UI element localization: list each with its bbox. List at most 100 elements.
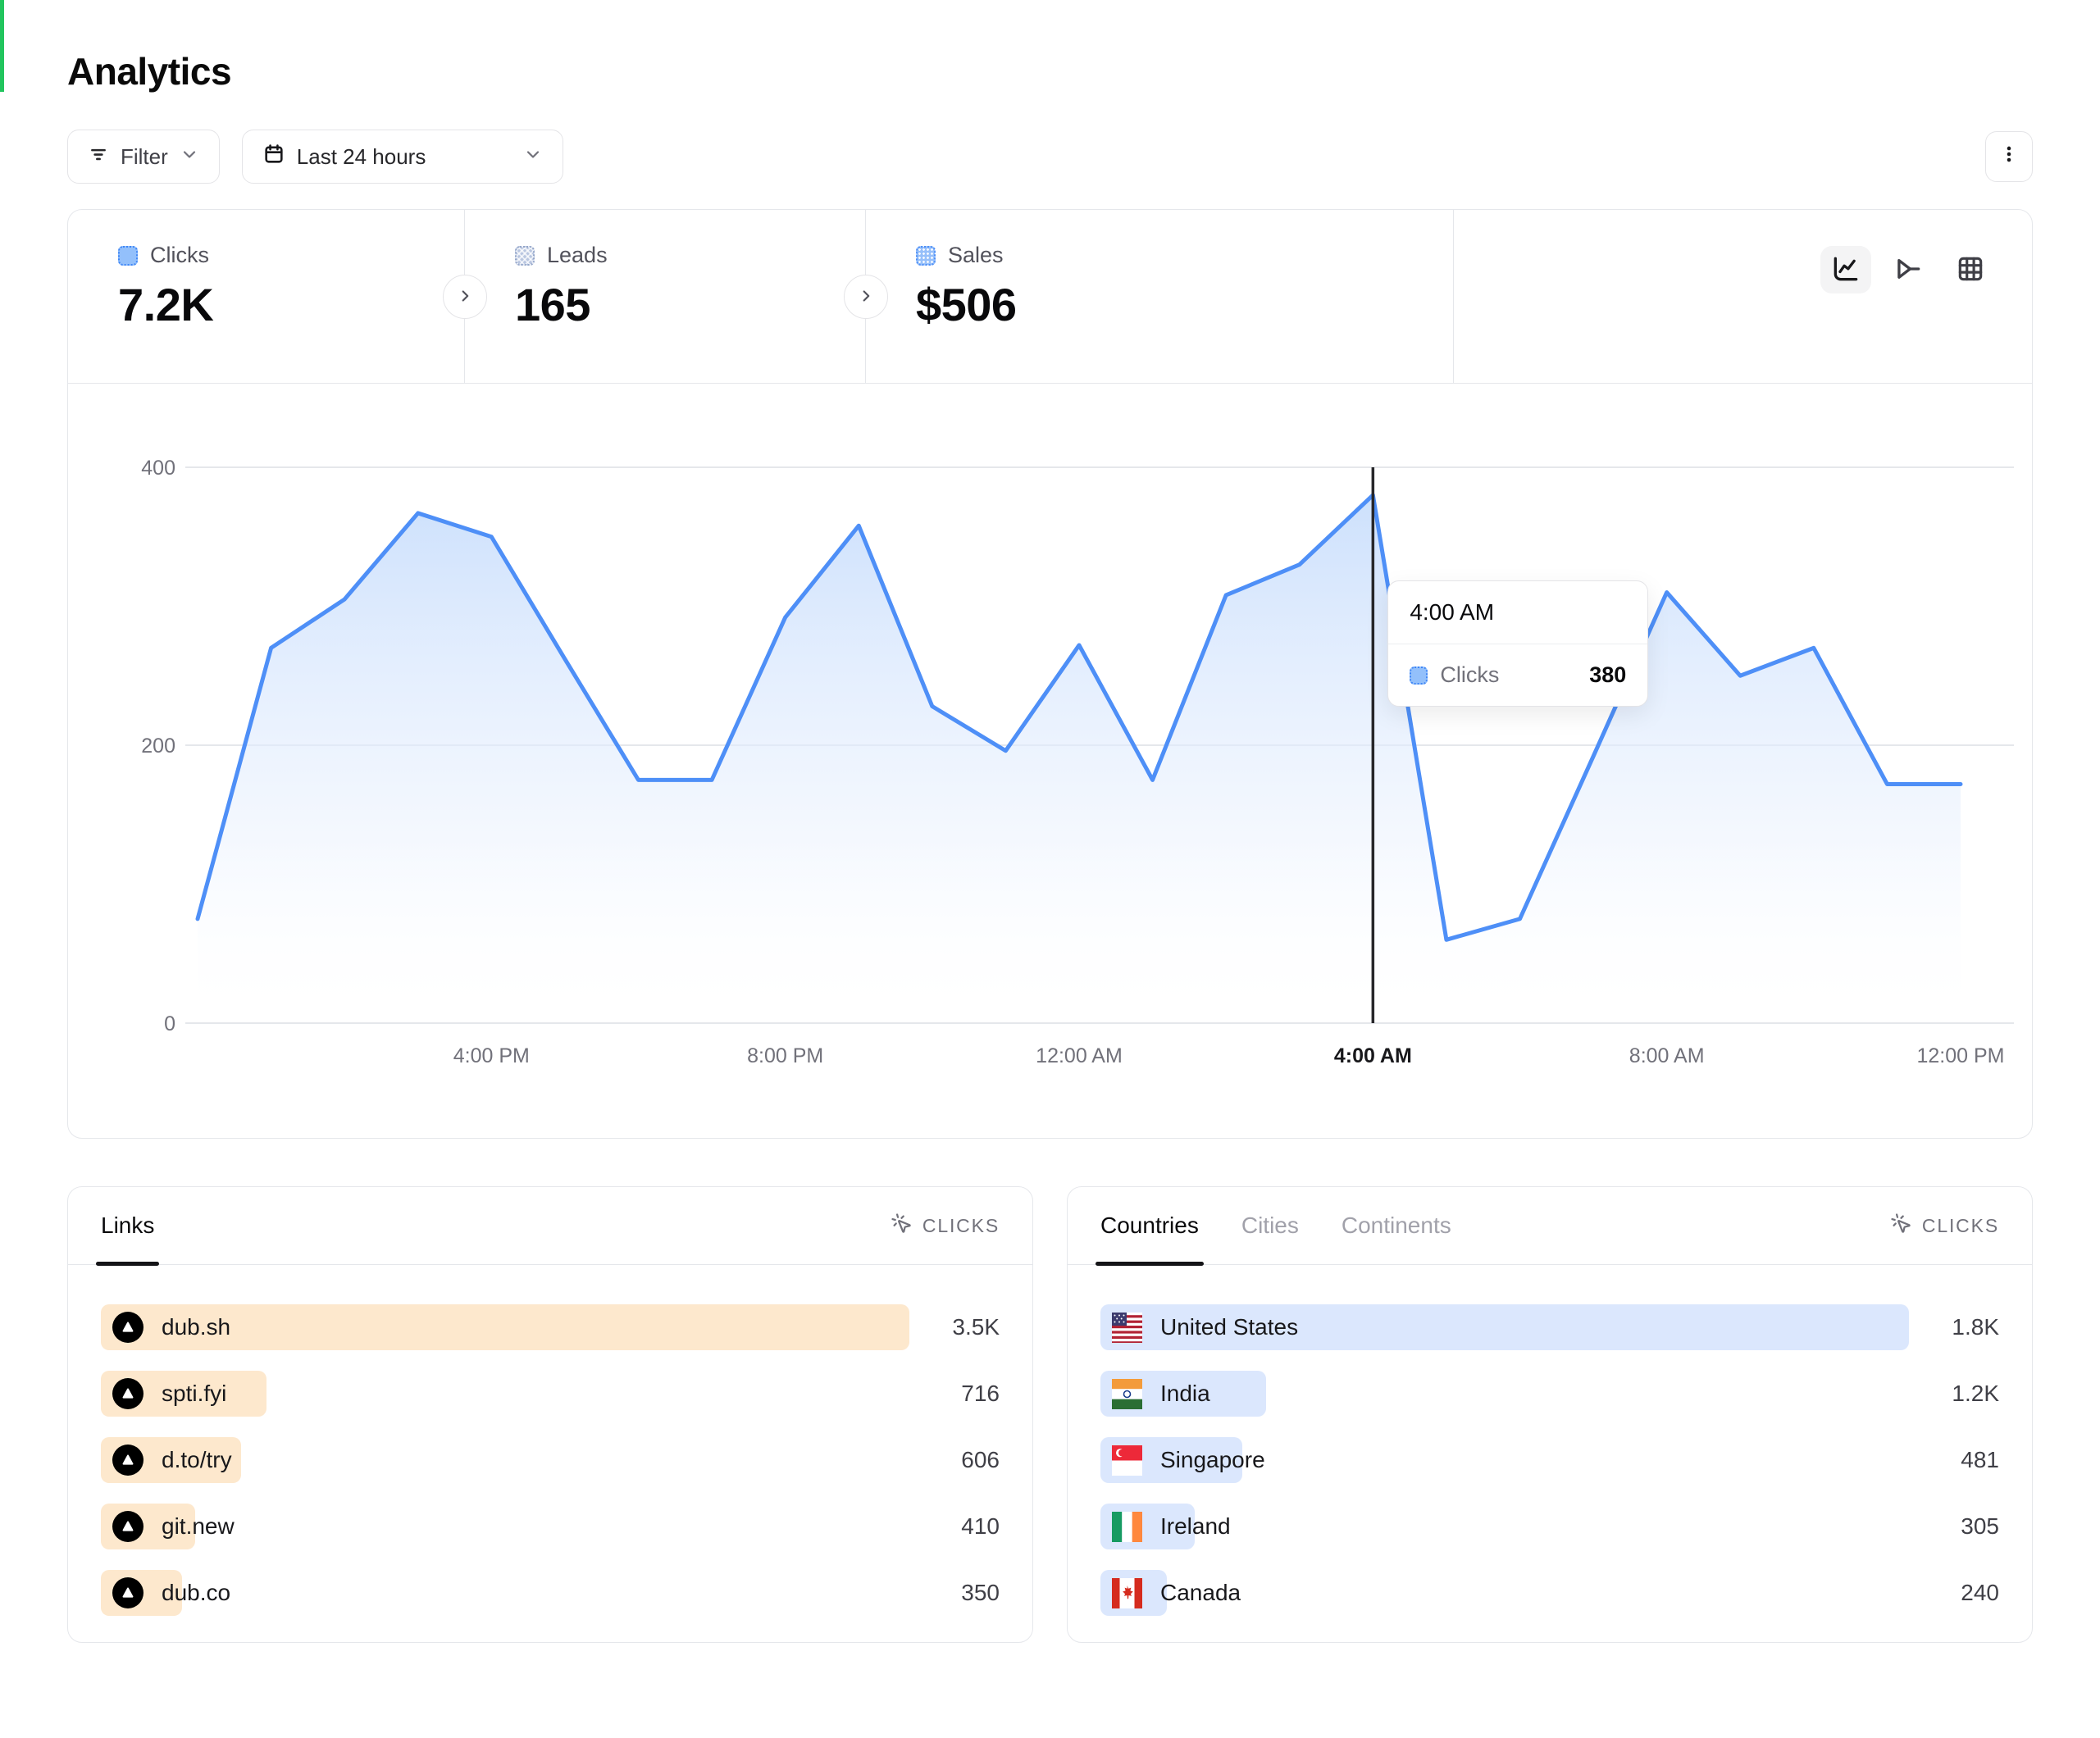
filter-button-label: Filter <box>121 144 168 170</box>
date-range-button[interactable]: Last 24 hours <box>242 130 563 184</box>
singapore-flag-icon <box>1112 1445 1142 1476</box>
link-value: 410 <box>909 1513 1000 1540</box>
link-value: 3.5K <box>909 1314 1000 1340</box>
tab-countries[interactable]: Countries <box>1100 1187 1199 1264</box>
screen-edge-artifact <box>0 0 4 92</box>
line-chart-view-button[interactable] <box>1820 246 1871 293</box>
link-row[interactable]: git.new 410 <box>101 1504 1000 1549</box>
leads-legend-swatch <box>515 246 535 266</box>
us-flag-icon <box>1112 1313 1142 1343</box>
kebab-menu-icon <box>1998 143 2020 171</box>
tab-cities[interactable]: Cities <box>1241 1187 1299 1264</box>
link-bar-track: spti.fyi <box>101 1371 909 1417</box>
svg-text:200: 200 <box>141 735 175 758</box>
cursor-click-icon <box>1890 1213 1912 1240</box>
country-row[interactable]: Ireland305 <box>1100 1504 1999 1549</box>
expand-clicks-leads-button[interactable] <box>443 275 487 319</box>
clicks-stat-value: 7.2K <box>118 278 464 331</box>
toolbar: Filter Last 24 hours <box>67 130 2033 184</box>
link-label: d.to/try <box>162 1447 232 1473</box>
country-row[interactable]: Canada 240 <box>1100 1570 1999 1616</box>
country-bar-track: United States <box>1100 1304 1909 1350</box>
calendar-icon <box>262 143 285 171</box>
table-grid-icon <box>1955 253 1986 287</box>
link-bar-track: git.new <box>101 1504 909 1549</box>
cursor-click-icon <box>891 1213 913 1240</box>
country-bar-track: Ireland <box>1100 1504 1909 1549</box>
country-row[interactable]: India1.2K <box>1100 1371 1999 1417</box>
links-metric-selector[interactable]: CLICKS <box>891 1213 1000 1240</box>
country-label: United States <box>1160 1314 1298 1340</box>
chevron-right-icon <box>456 287 474 307</box>
link-row[interactable]: dub.co350 <box>101 1570 1000 1616</box>
page-title: Analytics <box>67 49 2033 93</box>
svg-text:4:00 AM: 4:00 AM <box>1334 1044 1412 1067</box>
funnel-chart-icon <box>1893 253 1924 287</box>
leads-stat-value: 165 <box>515 278 865 331</box>
country-label: Singapore <box>1160 1447 1265 1473</box>
link-row[interactable]: spti.fyi716 <box>101 1371 1000 1417</box>
chevron-down-icon <box>180 144 199 170</box>
link-row[interactable]: d.to/try 606 <box>101 1437 1000 1483</box>
stat-tab-sales[interactable]: Sales $506 <box>866 210 1454 383</box>
tab-continents[interactable]: Continents <box>1342 1187 1451 1264</box>
links-list: dub.sh3.5K spti.fyi716 d.to/try 606 git.new 4… <box>68 1265 1032 1616</box>
filter-button[interactable]: Filter <box>67 130 220 184</box>
chevron-down-icon <box>523 144 543 170</box>
chart-area: 40020004:00 PM8:00 PM12:00 AM4:00 AM8:00… <box>68 384 2033 1139</box>
link-bar-track: d.to/try <box>101 1437 909 1483</box>
funnel-view-button[interactable] <box>1883 246 1934 293</box>
country-label: India <box>1160 1381 1210 1407</box>
country-bar-track: India <box>1100 1371 1909 1417</box>
country-value: 1.8K <box>1909 1314 1999 1340</box>
tooltip-series-label: Clicks <box>1440 662 1499 688</box>
link-value: 606 <box>909 1447 1000 1473</box>
link-row[interactable]: dub.sh3.5K <box>101 1304 1000 1350</box>
ireland-flag-icon <box>1112 1512 1142 1542</box>
country-value: 481 <box>1909 1447 1999 1473</box>
clicks-legend-swatch <box>1410 667 1428 685</box>
stat-tab-clicks[interactable]: Clicks 7.2K <box>68 210 465 383</box>
dub-logo-icon <box>112 1378 143 1409</box>
expand-leads-sales-button[interactable] <box>844 275 888 319</box>
links-panel: Links CLICKS dub.sh3.5K spti.fyi716 d.to/t… <box>67 1186 1033 1643</box>
link-label: git.new <box>162 1513 235 1540</box>
svg-text:0: 0 <box>164 1012 175 1035</box>
table-view-button[interactable] <box>1945 246 1996 293</box>
svg-text:8:00 PM: 8:00 PM <box>747 1044 823 1067</box>
tab-links[interactable]: Links <box>101 1187 154 1264</box>
stat-tab-leads[interactable]: Leads 165 <box>465 210 866 383</box>
india-flag-icon <box>1112 1379 1142 1409</box>
more-options-button[interactable] <box>1985 131 2033 182</box>
stats-row: Clicks 7.2K Leads 165 Sales $506 <box>68 210 2032 384</box>
tooltip-series-value: 380 <box>1589 662 1626 688</box>
country-label: Ireland <box>1160 1513 1231 1540</box>
analytics-chart-card: Clicks 7.2K Leads 165 Sales $506 <box>67 209 2033 1139</box>
country-label: Canada <box>1160 1580 1241 1606</box>
clicks-area-chart[interactable]: 40020004:00 PM8:00 PM12:00 AM4:00 AM8:00… <box>68 384 2033 1139</box>
sales-stat-value: $506 <box>916 278 1453 331</box>
dub-logo-icon <box>112 1445 143 1476</box>
countries-list: United States 1.8K India1.2K Singapore 481 Ir… <box>1068 1265 2032 1616</box>
countries-panel: Countries Cities Continents CLICKS United … <box>1067 1186 2033 1643</box>
links-metric-label: CLICKS <box>922 1215 1000 1237</box>
clicks-legend-swatch <box>118 246 138 266</box>
svg-text:12:00 PM: 12:00 PM <box>1916 1044 2004 1067</box>
clicks-stat-label: Clicks <box>150 243 209 268</box>
link-bar-track: dub.sh <box>101 1304 909 1350</box>
tooltip-time: 4:00 AM <box>1388 581 1647 644</box>
svg-text:4:00 PM: 4:00 PM <box>453 1044 530 1067</box>
dub-logo-icon <box>112 1511 143 1542</box>
tab-links-label: Links <box>101 1213 154 1239</box>
chart-view-toggles <box>1820 246 1996 293</box>
country-row[interactable]: United States 1.8K <box>1100 1304 1999 1350</box>
country-value: 240 <box>1909 1580 1999 1606</box>
leads-stat-label: Leads <box>547 243 608 268</box>
breakdown-panels: Links CLICKS dub.sh3.5K spti.fyi716 d.to/t… <box>67 1186 2033 1643</box>
svg-text:400: 400 <box>141 457 175 480</box>
line-chart-icon <box>1830 253 1861 287</box>
sales-stat-label: Sales <box>948 243 1004 268</box>
country-row[interactable]: Singapore 481 <box>1100 1437 1999 1483</box>
countries-metric-selector[interactable]: CLICKS <box>1890 1213 1999 1240</box>
canada-flag-icon <box>1112 1578 1142 1608</box>
